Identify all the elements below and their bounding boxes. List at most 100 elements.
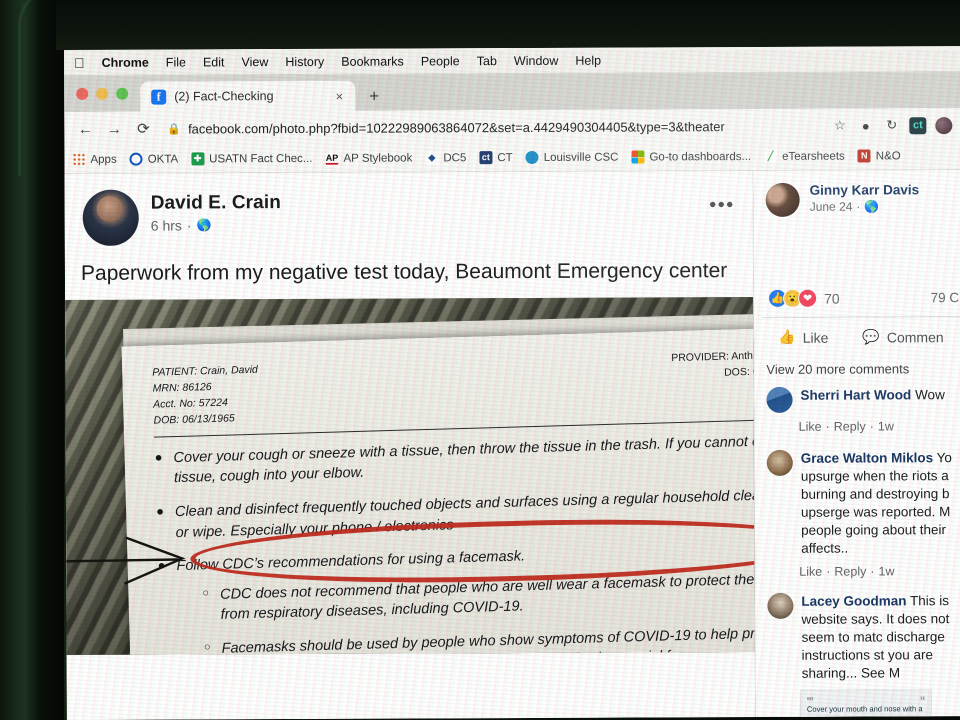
more-options-icon[interactable]: ••• [709, 187, 735, 216]
comments-sidebar: Ginny Karr Davis June 24 · 🌎 👍 😮 ❤ 70 79… [752, 170, 960, 720]
comment-button[interactable]: 💬 Commen [862, 328, 943, 345]
close-icon[interactable]: × [333, 88, 347, 103]
comment-like[interactable]: Like [799, 420, 822, 434]
menu-item-window[interactable]: Window [514, 53, 559, 67]
ap-icon: AP [325, 151, 339, 165]
back-icon[interactable]: ← [72, 116, 98, 142]
ct-icon: ct [479, 151, 493, 165]
comment-body: Sherri Hart Wood Wow [800, 386, 944, 413]
bookmark-n-and-o[interactable]: N N&O [857, 149, 901, 163]
comment-reply[interactable]: Reply [834, 564, 866, 578]
reaction-count[interactable]: 70 [824, 290, 840, 306]
bookmark-usatn-fact-check[interactable]: ✚ USATN Fact Chec... [191, 152, 313, 166]
comment-reply[interactable]: Reply [834, 420, 866, 434]
menu-item-edit[interactable]: Edit [203, 55, 225, 69]
browser-toolbar: ← → ⟳ 🔒 facebook.com/photo.php?fbid=1022… [64, 108, 960, 146]
comment-label: Commen [886, 328, 944, 345]
profile-avatar-icon[interactable] [935, 116, 953, 134]
comment-text: Yo upsurge when the riots a burning and … [800, 450, 952, 556]
thumbs-up-icon: 👍 [778, 328, 796, 345]
etearsheets-icon: ╱ [764, 149, 778, 163]
love-icon[interactable]: ❤ [798, 288, 818, 308]
chrome-browser-window:  Chrome File Edit View History Bookmark… [64, 46, 960, 720]
menu-item-help[interactable]: Help [575, 53, 601, 67]
comment-time: 1w [878, 564, 895, 579]
post-photo[interactable]: PATIENT: Crain, David MRN: 86126 Acct. N… [65, 296, 755, 655]
menu-item-people[interactable]: People [421, 54, 460, 68]
document-patient: PATIENT: Crain, David [152, 363, 258, 379]
sync-extension-icon[interactable]: ↻ [883, 117, 900, 134]
post-author-name[interactable]: David E. Crain [151, 192, 281, 215]
browser-tab-fact-checking[interactable]: f (2) Fact-Checking × [140, 80, 356, 112]
subbullet-text: Facemasks should be used by people who s… [221, 624, 755, 655]
facebook-page-content: David E. Crain 6 hrs · 🌎 ••• Paperwork f… [64, 170, 960, 720]
document-provider-block: PROVIDER: Anthony Williams, MD DOS: 06/2… [671, 346, 755, 414]
bookmark-okta[interactable]: OKTA [129, 152, 179, 166]
bookmark-etearsheets[interactable]: ╱ eTearsheets [764, 149, 845, 163]
bookmark-star-icon[interactable]: ☆ [831, 117, 848, 134]
reload-icon[interactable]: ⟳ [130, 116, 156, 142]
bookmark-ct[interactable]: ct CT [479, 151, 513, 165]
bookmark-label: Louisville CSC [543, 151, 619, 164]
usatn-icon: ✚ [191, 152, 205, 166]
url-text: facebook.com/photo.php?fbid=102229890638… [188, 118, 725, 136]
see-more-link[interactable]: See M [861, 665, 900, 680]
hollow-bullet-icon: ○ [203, 640, 211, 653]
bullet-icon: ● [154, 448, 163, 465]
bookmarks-bar: Apps OKTA ✚ USATN Fact Chec... AP AP Sty… [64, 142, 960, 174]
forward-icon[interactable]: → [101, 116, 127, 142]
close-window-button[interactable] [76, 87, 89, 100]
avatar[interactable] [767, 592, 794, 619]
menu-item-bookmarks[interactable]: Bookmarks [341, 54, 404, 68]
post-column: David E. Crain 6 hrs · 🌎 ••• Paperwork f… [64, 170, 755, 720]
bookmark-ap-stylebook[interactable]: AP AP Stylebook [325, 151, 413, 165]
comment-time: 1w [877, 419, 894, 434]
bookmark-louisville-csc[interactable]: Louisville CSC [525, 150, 619, 164]
menu-item-tab[interactable]: Tab [477, 54, 497, 68]
comment-body: Lacey Goodman This is website says. It d… [801, 592, 960, 682]
new-tab-button[interactable]: + [355, 87, 391, 111]
address-bar[interactable]: 🔒 facebook.com/photo.php?fbid=1022298906… [159, 113, 822, 142]
comment-author[interactable]: Grace Walton Miklos [801, 450, 933, 466]
comment-count[interactable]: 79 C [931, 290, 960, 305]
comment-bubble-icon: 💬 [862, 328, 880, 345]
document-dob: DOB: 06/13/1965 [153, 411, 235, 427]
attachment-meta-left: ▮▮▮ [806, 696, 814, 702]
minimize-window-button[interactable] [96, 87, 109, 100]
globe-icon[interactable]: 🌎 [197, 218, 212, 232]
menu-item-history[interactable]: History [285, 54, 324, 68]
document-provider: PROVIDER: Anthony Williams, MD [671, 347, 755, 364]
comment-author[interactable]: Sherri Hart Wood [800, 387, 911, 402]
comment-attachment-image[interactable]: ▮▮▮▮▮ Cover your mouth and nose with a c… [799, 689, 933, 720]
toolbar-icons: ☆ ● ↻ ct [825, 116, 953, 135]
menu-item-chrome[interactable]: Chrome [102, 55, 149, 69]
avatar[interactable] [766, 449, 793, 476]
apple-icon[interactable]:  [74, 54, 85, 70]
like-button[interactable]: 👍 Like [778, 329, 828, 346]
comment-author[interactable]: Lacey Goodman [801, 593, 906, 608]
comment-like[interactable]: Like [799, 564, 822, 578]
avatar[interactable] [766, 386, 793, 413]
list-item: Sherri Hart Wood Wow [762, 382, 960, 413]
menu-item-view[interactable]: View [241, 55, 268, 69]
menu-item-file[interactable]: File [166, 55, 186, 69]
circle-extension-icon[interactable]: ● [857, 117, 874, 134]
avatar[interactable] [82, 189, 139, 246]
bookmark-apps[interactable]: Apps [72, 152, 117, 166]
view-more-comments-link[interactable]: View 20 more comments [762, 353, 960, 383]
document-header: PATIENT: Crain, David MRN: 86126 Acct. N… [152, 346, 755, 429]
bookmark-label: AP Stylebook [343, 151, 413, 165]
ct-extension-icon[interactable]: ct [909, 116, 927, 134]
bookmark-label: eTearsheets [782, 150, 845, 163]
globe-icon[interactable]: 🌎 [864, 199, 879, 213]
avatar[interactable] [765, 182, 800, 217]
maximize-window-button[interactable] [116, 87, 129, 100]
bookmark-dc5[interactable]: ◆ DC5 [425, 151, 466, 165]
bookmark-go-to-dashboards[interactable]: Go-to dashboards... [631, 150, 751, 164]
louisville-icon [525, 150, 539, 164]
post-meta: 6 hrs · 🌎 [150, 217, 212, 234]
bookmark-label: CT [497, 151, 513, 164]
microsoft-icon [631, 150, 645, 164]
list-item: Lacey Goodman This is website says. It d… [763, 588, 960, 683]
sharer-name[interactable]: Ginny Karr Davis [810, 182, 920, 197]
